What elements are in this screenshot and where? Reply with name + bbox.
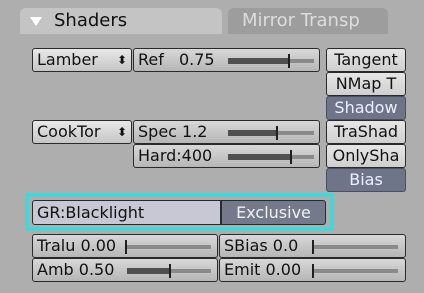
collapse-triangle-icon[interactable] [30,17,42,26]
spec-slider-knob[interactable] [276,126,278,140]
diffuse-shader-menu[interactable]: Lamber ⬍ [32,48,132,72]
hard-slider[interactable]: Hard:400 [133,144,320,168]
sbias-slider[interactable]: SBias 0.0 [219,234,406,258]
tralu-slider-track [127,245,211,249]
tab-shaders[interactable]: Shaders [20,8,222,34]
ref-label: Ref [138,50,164,69]
updown-arrows-icon: ⬍ [116,53,127,67]
nmap-ts-button[interactable]: NMap T [326,72,406,96]
sbias-label: SBias 0.0 [224,236,299,255]
hard-slider-knob[interactable] [290,150,292,164]
emit-slider-track [314,269,398,273]
hard-slider-fill [228,154,290,160]
spec-label: Spec 1.2 [138,122,208,141]
tab-mirror-transp-label: Mirror Transp [242,10,360,31]
hard-label: Hard:400 [138,146,213,165]
emit-label: Emit 0.00 [224,260,302,279]
updown-arrows-icon: ⬍ [116,125,127,139]
onlyshad-button[interactable]: OnlySha [326,144,406,168]
tab-mirror-transp[interactable]: Mirror Transp [228,8,388,34]
trashad-button[interactable]: TraShad [326,120,406,144]
tab-shaders-label: Shaders [54,10,128,31]
spec-slider[interactable]: Spec 1.2 [133,120,320,144]
tralu-slider[interactable]: Tralu 0.00 [32,234,218,258]
amb-slider[interactable]: Amb 0.50 [32,258,218,282]
specular-shader-label: CookTor [37,122,101,141]
bias-button[interactable]: Bias [326,168,406,192]
emit-slider[interactable]: Emit 0.00 [219,258,406,282]
tralu-label: Tralu 0.00 [37,236,117,255]
amb-slider-knob[interactable] [169,264,171,278]
amb-label: Amb 0.50 [37,260,115,279]
sbias-slider-track [314,245,398,249]
exclusive-button[interactable]: Exclusive [221,200,326,225]
ref-slider-fill [228,58,288,64]
group-field[interactable]: GR:Blacklight [32,200,221,225]
shadow-button[interactable]: Shadow [326,96,406,120]
tangent-button[interactable]: Tangent [326,48,406,72]
shaders-panel: Shaders Mirror Transp Lamber ⬍ Ref 0.75 … [0,0,424,293]
diffuse-shader-label: Lamber [37,50,98,69]
ref-slider-knob[interactable] [288,54,290,68]
ref-value: 0.75 [178,50,215,69]
spec-slider-fill [228,130,276,136]
specular-shader-menu[interactable]: CookTor ⬍ [32,120,132,144]
ref-slider[interactable]: Ref 0.75 [133,48,320,72]
amb-slider-fill [127,268,169,274]
